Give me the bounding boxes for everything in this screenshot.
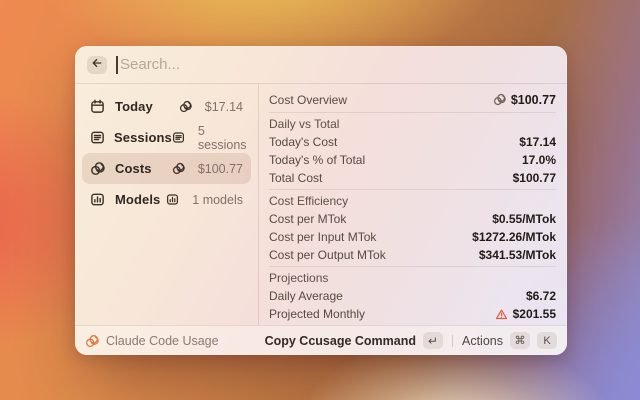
list-icon bbox=[172, 131, 185, 144]
back-button[interactable] bbox=[87, 56, 107, 74]
footer-separator bbox=[452, 335, 453, 347]
metadata-value: $17.14 bbox=[519, 135, 556, 149]
metadata-row: Today's Cost $17.14 bbox=[269, 133, 556, 151]
section-title: Daily vs Total bbox=[269, 115, 556, 133]
metadata-value-text: $6.72 bbox=[526, 289, 556, 303]
sidebar-item-accessory: 1 models bbox=[166, 193, 243, 207]
sidebar-item-models[interactable]: Models 1 models bbox=[82, 184, 251, 215]
metadata-value: $100.77 bbox=[513, 171, 556, 185]
detail-panel: Cost Overview $100.77 Daily vs Total Tod… bbox=[259, 84, 567, 325]
return-key[interactable]: ↵ bbox=[423, 332, 443, 349]
sidebar-item-label: Today bbox=[115, 99, 153, 114]
metadata-value-text: $341.53/MTok bbox=[479, 248, 556, 262]
back-arrow-icon bbox=[91, 56, 103, 74]
warning-icon bbox=[495, 308, 508, 321]
section-title: Cost Efficiency bbox=[269, 192, 556, 210]
metadata-value-text: $17.14 bbox=[519, 135, 556, 149]
detail-header-amount: $100.77 bbox=[511, 93, 556, 107]
metadata-value: $0.55/MTok bbox=[492, 212, 556, 226]
horizontal-divider bbox=[269, 112, 556, 113]
metadata-label: Cost per Output MTok bbox=[269, 248, 386, 262]
footer-actions: Copy Ccusage Command ↵ Actions ⌘ K bbox=[265, 332, 557, 349]
sidebar-item-accessory: 5 sessions bbox=[172, 124, 247, 152]
sidebar-item-accessory: $17.14 bbox=[179, 100, 243, 114]
metadata-value: $341.53/MTok bbox=[479, 248, 556, 262]
section-title: Projections bbox=[269, 269, 556, 287]
main-content: Today $17.14 Sessions 5 sessions Costs $… bbox=[75, 84, 567, 325]
list-icon bbox=[90, 130, 105, 146]
calendar-icon bbox=[90, 99, 106, 115]
launcher-window: Today $17.14 Sessions 5 sessions Costs $… bbox=[75, 46, 567, 355]
metadata-row: Cost per Input MTok $1272.26/MTok bbox=[269, 228, 556, 246]
metadata-row: Cost per MTok $0.55/MTok bbox=[269, 210, 556, 228]
sidebar-item-label: Costs bbox=[115, 161, 152, 176]
detail-header: Cost Overview $100.77 bbox=[269, 89, 556, 110]
metadata-value-text: $1272.26/MTok bbox=[472, 230, 556, 244]
metadata-value-text: $201.55 bbox=[513, 307, 556, 321]
sidebar-item-costs[interactable]: Costs $100.77 bbox=[82, 153, 251, 184]
coins-icon bbox=[90, 161, 106, 177]
metadata-value-text: $100.77 bbox=[513, 171, 556, 185]
metadata-value-text: 17.0% bbox=[522, 153, 556, 167]
actions-button[interactable]: Actions bbox=[462, 334, 503, 348]
sidebar-item-label: Models bbox=[115, 192, 160, 207]
bar-chart-icon bbox=[90, 192, 106, 208]
metadata-label: Daily Average bbox=[269, 289, 343, 303]
metadata-row: Projected Monthly $201.55 bbox=[269, 305, 556, 323]
metadata-value: $1272.26/MTok bbox=[472, 230, 556, 244]
detail-section: Cost Efficiency Cost per MTok $0.55/MTok… bbox=[269, 192, 556, 267]
metadata-label: Today's % of Total bbox=[269, 153, 365, 167]
footer-bar: Claude Code Usage Copy Ccusage Command ↵… bbox=[75, 325, 567, 355]
metadata-value: $6.72 bbox=[526, 289, 556, 303]
detail-header-value: $100.77 bbox=[493, 93, 556, 107]
detail-sections: Daily vs Total Today's Cost $17.14 Today… bbox=[269, 115, 556, 323]
text-caret bbox=[116, 56, 118, 74]
metadata-row: Total Cost $100.77 bbox=[269, 169, 556, 187]
metadata-label: Projected Monthly bbox=[269, 307, 365, 321]
metadata-row: Today's % of Total 17.0% bbox=[269, 151, 556, 169]
metadata-row: Daily Average $6.72 bbox=[269, 287, 556, 305]
sidebar-item-accessory: $100.77 bbox=[172, 162, 243, 176]
search-bar bbox=[75, 46, 567, 84]
horizontal-divider bbox=[269, 266, 556, 267]
sidebar-item-today[interactable]: Today $17.14 bbox=[82, 91, 251, 122]
sidebar-item-label: Sessions bbox=[114, 130, 172, 145]
sidebar-item-accessory-text: 1 models bbox=[192, 193, 243, 207]
coins-icon bbox=[493, 93, 506, 106]
coins-icon bbox=[85, 334, 99, 348]
metadata-value-text: $0.55/MTok bbox=[492, 212, 556, 226]
metadata-value: 17.0% bbox=[522, 153, 556, 167]
metadata-label: Total Cost bbox=[269, 171, 322, 185]
k-key: K bbox=[537, 332, 557, 349]
coins-icon bbox=[172, 162, 185, 175]
horizontal-divider bbox=[269, 189, 556, 190]
footer-app-name: Claude Code Usage bbox=[106, 334, 219, 348]
coins-icon bbox=[179, 100, 192, 113]
metadata-row: Cost per Output MTok $341.53/MTok bbox=[269, 246, 556, 264]
detail-section: Projections Daily Average $6.72 Projecte… bbox=[269, 269, 556, 323]
sidebar-item-accessory-text: $100.77 bbox=[198, 162, 243, 176]
detail-header-label: Cost Overview bbox=[269, 93, 347, 107]
metadata-value: $201.55 bbox=[495, 307, 556, 321]
metadata-label: Cost per Input MTok bbox=[269, 230, 376, 244]
search-field bbox=[116, 46, 555, 83]
footer-app: Claude Code Usage bbox=[85, 334, 219, 348]
primary-action-button[interactable]: Copy Ccusage Command bbox=[265, 334, 416, 348]
search-input[interactable] bbox=[116, 56, 555, 73]
sidebar-item-sessions[interactable]: Sessions 5 sessions bbox=[82, 122, 251, 153]
bar-chart-icon bbox=[166, 193, 179, 206]
sidebar-list: Today $17.14 Sessions 5 sessions Costs $… bbox=[75, 84, 258, 325]
sidebar-item-accessory-text: $17.14 bbox=[205, 100, 243, 114]
detail-section: Daily vs Total Today's Cost $17.14 Today… bbox=[269, 115, 556, 190]
metadata-label: Today's Cost bbox=[269, 135, 337, 149]
sidebar-item-accessory-text: 5 sessions bbox=[198, 124, 247, 152]
metadata-label: Cost per MTok bbox=[269, 212, 346, 226]
command-key: ⌘ bbox=[510, 332, 530, 349]
